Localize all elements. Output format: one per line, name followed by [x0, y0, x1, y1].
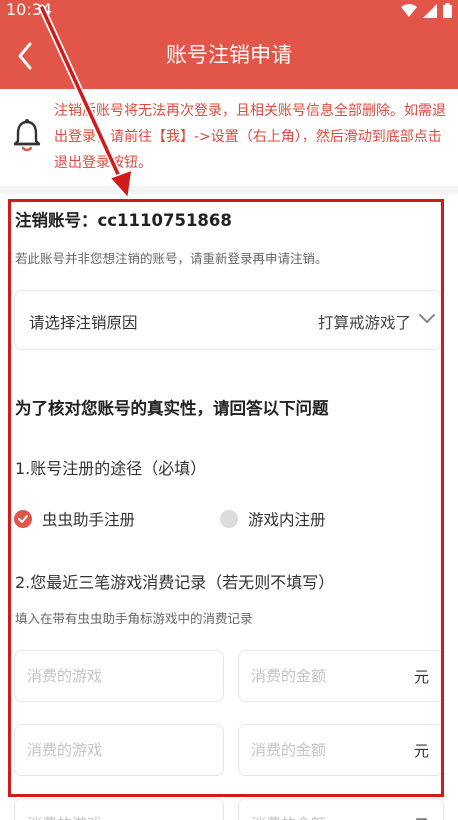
question-2-label: 2.您最近三笔游戏消费记录（若无则不填写）: [15, 573, 335, 592]
chevron-down-icon: [419, 314, 435, 323]
reason-label: 请选择注销原因: [29, 314, 138, 332]
status-time: 10:34: [6, 0, 53, 19]
status-icons: [401, 3, 452, 18]
game-field[interactable]: [27, 738, 177, 762]
currency-unit: 元: [413, 668, 429, 686]
page-title: 账号注销申请: [166, 43, 292, 67]
currency-unit: 元: [413, 742, 429, 760]
amount-input-2[interactable]: 元: [238, 724, 444, 776]
notice-text: 注销后账号将无法再次登录，且相关账号信息全部删除。如需退出登录，请前往【我】->…: [54, 103, 446, 171]
section-divider: [0, 186, 458, 194]
battery-icon: [443, 3, 452, 18]
app-header: 10:34 账号注销申请: [0, 0, 458, 89]
game-input-3[interactable]: [14, 798, 224, 820]
status-bar: 10:34: [0, 0, 458, 22]
reason-select[interactable]: 请选择注销原因 打算戒游戏了: [14, 290, 442, 350]
radio-unchecked-icon: [220, 510, 238, 528]
question-1-label: 1.账号注册的途径（必填）: [15, 459, 207, 478]
reason-value: 打算戒游戏了: [317, 314, 411, 332]
registration-radio-group: 虫虫助手注册 游戏内注册: [14, 508, 434, 534]
radio-option-label: 游戏内注册: [248, 511, 326, 529]
radio-option-ingame[interactable]: 游戏内注册: [220, 508, 326, 530]
amount-field[interactable]: [251, 664, 401, 688]
game-field[interactable]: [27, 812, 177, 820]
currency-unit: 元: [414, 814, 429, 820]
game-input-1[interactable]: [14, 650, 224, 702]
game-field[interactable]: [27, 664, 177, 688]
game-input-2[interactable]: [14, 724, 224, 776]
page: 10:34 账号注销申请 注销后账号将无法再次登录，且相关账号信息全部删除。如需…: [0, 0, 458, 820]
signal-icon: [423, 3, 437, 18]
annotation-highlight-box: [8, 199, 444, 797]
wifi-icon: [401, 3, 417, 17]
amount-field[interactable]: [251, 812, 401, 820]
account-title: 注销账号：cc1110751868: [15, 211, 232, 230]
amount-input-3[interactable]: 元: [238, 798, 444, 820]
notice-banner: 注销后账号将无法再次登录，且相关账号信息全部删除。如需退出登录，请前往【我】->…: [0, 89, 458, 185]
radio-checked-icon: [14, 510, 32, 528]
radio-option-label: 虫虫助手注册: [42, 511, 136, 529]
verify-title: 为了核对您账号的真实性，请回答以下问题: [15, 399, 329, 418]
amount-input-1[interactable]: 元: [238, 650, 444, 702]
account-hint: 若此账号并非您想注销的账号，请重新登录再申请注销。: [15, 251, 328, 266]
amount-field[interactable]: [251, 738, 401, 762]
question-2-hint: 填入在带有虫虫助手角标游戏中的消费记录: [15, 611, 253, 626]
bell-icon: [13, 119, 41, 152]
radio-option-chongchong[interactable]: 虫虫助手注册: [14, 508, 135, 530]
